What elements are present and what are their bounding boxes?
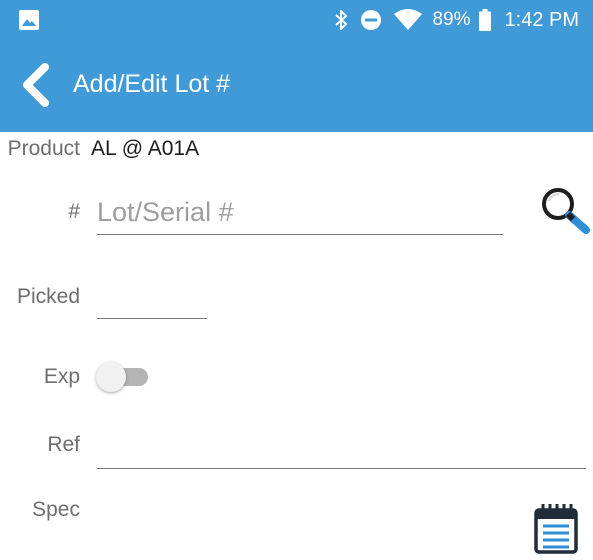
picked-input[interactable] [97,280,207,319]
exp-toggle[interactable] [96,360,152,394]
lot-label: # [68,200,80,223]
product-value: AL @ A01A [91,137,200,160]
ref-input[interactable] [97,430,586,469]
notepad-icon [534,504,578,554]
lot-serial-input[interactable] [97,190,503,235]
status-icons: 89% 1:42 PM [334,0,579,40]
search-button[interactable] [538,186,593,236]
app-bar: 89% 1:42 PM Add/Edit Lot # [0,0,593,132]
back-button[interactable] [18,62,54,108]
page-title: Add/Edit Lot # [73,70,231,98]
exp-label: Exp [43,365,80,388]
chevron-left-icon [23,63,49,107]
status-bar: 89% 1:42 PM [0,0,593,40]
spec-button[interactable] [533,502,581,554]
wifi-icon [394,9,423,31]
clock: 1:42 PM [504,8,579,31]
image-icon [18,9,40,31]
product-label: Product [7,137,80,160]
battery-icon [478,9,491,31]
ref-label: Ref [47,433,80,456]
picked-label: Picked [16,285,80,308]
do-not-disturb-icon [360,9,382,31]
toggle-thumb [96,362,126,392]
bluetooth-icon [334,9,348,31]
search-icon [542,188,590,234]
spec-label: Spec [32,498,80,521]
battery-percent: 89% [432,9,471,30]
